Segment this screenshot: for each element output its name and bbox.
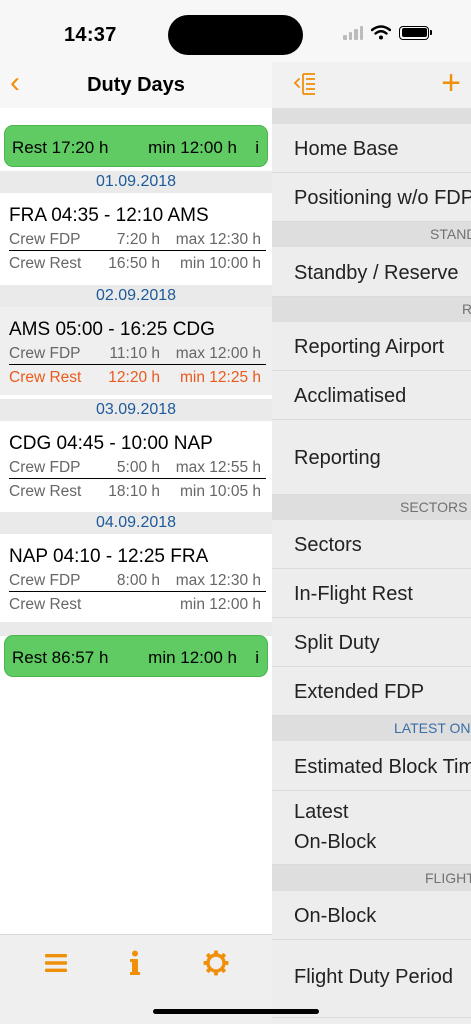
crew-rest-row: Crew Rest min 12:00 h xyxy=(9,596,261,613)
right-nav-bar: + xyxy=(272,62,471,108)
info-icon[interactable]: i xyxy=(255,138,259,158)
crew-fdp-row: Crew FDP 8:00 h max 12:30 h xyxy=(9,570,266,592)
reporting-airport-item[interactable]: Reporting Airport xyxy=(272,322,471,371)
reporting-item[interactable]: Reporting xyxy=(272,420,471,495)
left-nav-bar: ‹ Duty Days xyxy=(0,62,272,108)
positioning-item[interactable]: Positioning w/o FDP xyxy=(272,173,471,222)
rest-minimum: min 12:00 h xyxy=(148,138,237,157)
section-header-latest: LATEST ON xyxy=(272,716,471,741)
dynamic-island xyxy=(168,15,303,55)
table-of-contents-icon[interactable] xyxy=(293,72,319,96)
duty-day-row[interactable]: FRA 04:35 - 12:10 AMS Crew FDP 7:20 h ma… xyxy=(0,193,272,281)
duty-route: FRA 04:35 - 12:10 AMS xyxy=(9,205,209,226)
crew-fdp-row: Crew FDP 7:20 h max 12:30 h xyxy=(9,229,266,251)
section-header-sectors: SECTORS xyxy=(272,495,471,520)
duty-route: AMS 05:00 - 16:25 CDG xyxy=(9,319,215,340)
signal-icon xyxy=(343,25,363,40)
settings-panel: + Home Base Positioning w/o FDP STANDBY … xyxy=(272,62,471,1024)
list-spacer xyxy=(0,622,272,636)
wifi-icon xyxy=(371,25,391,40)
info-icon[interactable] xyxy=(128,950,142,976)
duty-day-row[interactable]: CDG 04:45 - 10:00 NAP Crew FDP 5:00 h ma… xyxy=(0,421,272,509)
crew-rest-row: Crew Rest 16:50 h min 10:00 h xyxy=(9,255,261,272)
rest-banner[interactable]: Rest 17:20 h min 12:00 h i xyxy=(4,125,268,167)
standby-reserve-item[interactable]: Standby / Reserve xyxy=(272,247,471,297)
date-header: 02.09.2018 xyxy=(0,285,272,307)
extended-fdp-item[interactable]: Extended FDP xyxy=(272,667,471,716)
duty-route: NAP 04:10 - 12:25 FRA xyxy=(9,546,209,567)
crew-rest-row: Crew Rest 18:10 h min 10:05 h xyxy=(9,483,261,500)
list-icon[interactable] xyxy=(44,951,68,975)
in-flight-rest-item[interactable]: In-Flight Rest xyxy=(272,569,471,618)
section-header-flight: FLIGHT xyxy=(272,865,471,891)
rest-banner[interactable]: Rest 86:57 h min 12:00 h i xyxy=(4,635,268,677)
home-base-item[interactable]: Home Base xyxy=(272,124,471,173)
info-icon[interactable]: i xyxy=(255,648,259,668)
battery-icon xyxy=(399,25,432,40)
sectors-item[interactable]: Sectors xyxy=(272,520,471,569)
date-header: 03.09.2018 xyxy=(0,399,272,421)
duty-day-row[interactable]: NAP 04:10 - 12:25 FRA Crew FDP 8:00 h ma… xyxy=(0,534,272,622)
estimated-block-time-item[interactable]: Estimated Block Time xyxy=(272,741,471,791)
latest-on-block-item[interactable]: Latest On-Block xyxy=(272,791,471,865)
home-indicator[interactable] xyxy=(153,1009,319,1014)
status-bar: 14:37 xyxy=(0,0,471,62)
rest-minimum: min 12:00 h xyxy=(148,648,237,667)
gear-icon[interactable] xyxy=(203,950,229,976)
rest-duration: Rest 17:20 h xyxy=(12,138,109,157)
status-icons xyxy=(343,25,432,40)
duty-day-row[interactable]: AMS 05:00 - 16:25 CDG Crew FDP 11:10 h m… xyxy=(0,307,272,395)
duty-route: CDG 04:45 - 10:00 NAP xyxy=(9,433,213,454)
acclimatised-item[interactable]: Acclimatised xyxy=(272,371,471,420)
add-icon[interactable]: + xyxy=(441,66,461,100)
split-duty-item[interactable]: Split Duty xyxy=(272,618,471,667)
duty-days-panel: ‹ Duty Days Rest 17:20 h min 12:00 h i 0… xyxy=(0,62,272,1024)
rest-duration: Rest 86:57 h xyxy=(12,648,109,667)
section-separator xyxy=(272,108,471,124)
flight-duty-period-item[interactable]: Flight Duty Period xyxy=(272,940,471,1018)
status-time: 14:37 xyxy=(64,24,117,46)
duty-days-list: Rest 17:20 h min 12:00 h i 01.09.2018 FR… xyxy=(0,108,272,934)
section-header-standby: STANDBY xyxy=(272,222,471,247)
crew-fdp-row: Crew FDP 11:10 h max 12:00 h xyxy=(9,343,266,365)
page-title: Duty Days xyxy=(87,74,185,96)
on-block-item[interactable]: On-Block xyxy=(272,891,471,940)
crew-rest-row-warning: Crew Rest 12:20 h min 12:25 h xyxy=(9,369,261,386)
date-header: 01.09.2018 xyxy=(0,171,272,193)
crew-fdp-row: Crew FDP 5:00 h max 12:55 h xyxy=(9,457,266,479)
section-header-reporting: R xyxy=(272,297,471,322)
date-header: 04.09.2018 xyxy=(0,512,272,534)
